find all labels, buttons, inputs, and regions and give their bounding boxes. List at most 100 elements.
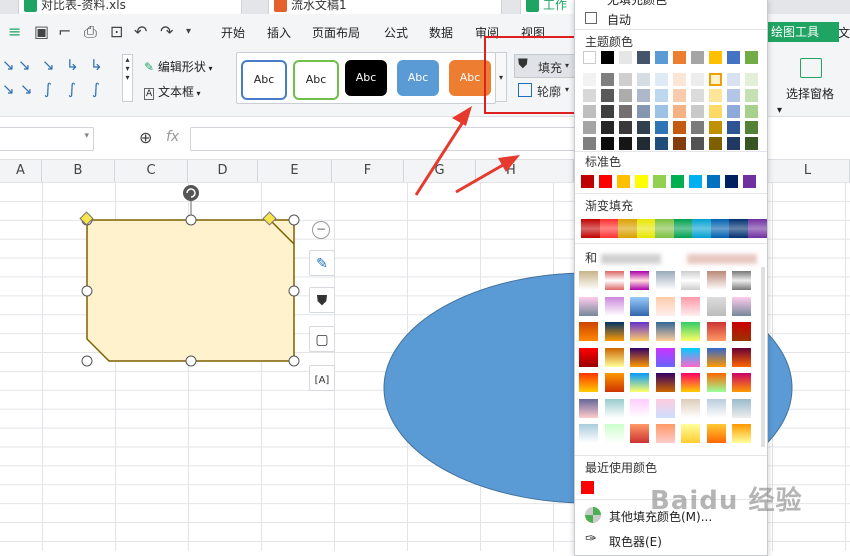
- theme-shade-swatch[interactable]: [709, 137, 722, 150]
- preset-gradient-swatch[interactable]: [604, 322, 624, 341]
- theme-shade-swatch[interactable]: [673, 137, 686, 150]
- gradient-swatch[interactable]: [673, 219, 693, 238]
- theme-shade-swatch[interactable]: [691, 89, 704, 102]
- theme-color-swatch[interactable]: [745, 51, 758, 64]
- preset-gradient-swatch[interactable]: [706, 373, 726, 392]
- gradient-swatch[interactable]: [692, 219, 711, 238]
- theme-color-swatch[interactable]: [637, 51, 650, 64]
- gradient-swatch[interactable]: [618, 219, 637, 238]
- theme-color-swatch[interactable]: [727, 51, 740, 64]
- preset-gradient-swatch[interactable]: [681, 373, 700, 392]
- recent-color-swatch[interactable]: [581, 481, 594, 494]
- theme-shade-swatch[interactable]: [583, 137, 596, 150]
- theme-shade-swatch[interactable]: [727, 121, 740, 134]
- preset-gradient-swatch[interactable]: [630, 347, 649, 367]
- standard-color-swatch[interactable]: [689, 175, 702, 188]
- gradient-swatch[interactable]: [747, 219, 767, 238]
- theme-shade-swatch[interactable]: [637, 105, 650, 118]
- shape-fill-tool[interactable]: ⛊: [309, 287, 335, 313]
- preset-gradient-swatch[interactable]: [732, 271, 751, 290]
- theme-color-swatch[interactable]: [619, 51, 632, 64]
- theme-shade-swatch[interactable]: [709, 89, 722, 102]
- preset-gradient-swatch[interactable]: [732, 424, 751, 443]
- theme-shade-swatch[interactable]: [655, 73, 668, 86]
- theme-shade-swatch[interactable]: [601, 121, 614, 134]
- theme-shade-swatch[interactable]: [745, 105, 758, 118]
- theme-shade-swatch[interactable]: [745, 73, 758, 86]
- preset-gradient-swatch[interactable]: [604, 296, 624, 316]
- theme-shade-swatch[interactable]: [745, 121, 758, 134]
- preset-gradient-swatch[interactable]: [579, 271, 598, 290]
- theme-shade-swatch[interactable]: [637, 137, 650, 150]
- theme-shade-swatch[interactable]: [727, 73, 740, 86]
- preset-gradient-swatch[interactable]: [579, 373, 598, 392]
- preset-gradient-swatch[interactable]: [732, 296, 751, 316]
- theme-shade-swatch[interactable]: [673, 105, 686, 118]
- standard-color-swatch[interactable]: [725, 175, 738, 188]
- preset-gradient-swatch[interactable]: [681, 322, 700, 341]
- theme-shade-swatch[interactable]: [673, 73, 686, 86]
- shape-outline-tool[interactable]: ▢: [309, 326, 335, 352]
- preset-gradient-swatch[interactable]: [706, 296, 726, 316]
- preset-gradient-swatch[interactable]: [681, 347, 700, 367]
- preset-gradient-swatch[interactable]: [706, 347, 726, 367]
- preset-gradient-swatch[interactable]: [579, 347, 598, 367]
- gradient-swatch[interactable]: [729, 219, 748, 238]
- preset-gradient-swatch[interactable]: [630, 424, 649, 443]
- theme-shade-swatch[interactable]: [673, 89, 686, 102]
- preset-gradient-swatch[interactable]: [579, 296, 598, 316]
- theme-shade-swatch[interactable]: [601, 73, 614, 86]
- theme-shade-swatch[interactable]: [637, 121, 650, 134]
- gradient-swatch[interactable]: [655, 219, 674, 238]
- theme-shade-swatch[interactable]: [601, 89, 614, 102]
- theme-shade-swatch[interactable]: [709, 73, 722, 86]
- preset-gradient-swatch[interactable]: [604, 373, 624, 392]
- standard-color-swatch[interactable]: [599, 175, 612, 188]
- theme-shade-swatch[interactable]: [619, 121, 632, 134]
- rotate-handle-icon[interactable]: [183, 185, 199, 201]
- preset-gradient-swatch[interactable]: [681, 271, 700, 290]
- theme-shade-swatch[interactable]: [601, 105, 614, 118]
- preset-gradient-swatch[interactable]: [655, 322, 675, 341]
- gradient-swatch[interactable]: [636, 219, 656, 238]
- theme-shade-swatch[interactable]: [637, 89, 650, 102]
- preset-gradient-swatch[interactable]: [630, 373, 649, 392]
- theme-shade-swatch[interactable]: [727, 137, 740, 150]
- preset-gradient-swatch[interactable]: [630, 322, 649, 341]
- shape-style-tool[interactable]: ✎: [309, 250, 335, 276]
- theme-shade-swatch[interactable]: [709, 121, 722, 134]
- theme-shade-swatch[interactable]: [583, 105, 596, 118]
- theme-shade-swatch[interactable]: [655, 105, 668, 118]
- theme-color-swatch[interactable]: [583, 51, 596, 64]
- theme-shade-swatch[interactable]: [583, 89, 596, 102]
- standard-color-swatch[interactable]: [635, 175, 648, 188]
- theme-shade-swatch[interactable]: [619, 73, 632, 86]
- auto-option[interactable]: 自动: [607, 11, 631, 28]
- preset-gradient-swatch[interactable]: [655, 271, 675, 290]
- preset-scrollbar[interactable]: [761, 267, 765, 447]
- preset-gradient-swatch[interactable]: [579, 398, 598, 418]
- preset-gradient-swatch[interactable]: [655, 424, 675, 443]
- standard-color-swatch[interactable]: [617, 175, 630, 188]
- preset-gradient-swatch[interactable]: [706, 398, 726, 418]
- theme-color-swatch[interactable]: [601, 51, 614, 64]
- preset-gradient-swatch[interactable]: [630, 296, 649, 316]
- theme-shade-swatch[interactable]: [745, 137, 758, 150]
- standard-color-swatch[interactable]: [707, 175, 720, 188]
- theme-shade-swatch[interactable]: [691, 137, 704, 150]
- standard-color-swatch[interactable]: [671, 175, 684, 188]
- gradient-swatch[interactable]: [599, 219, 619, 238]
- rectangle-shape[interactable]: [86, 219, 295, 362]
- standard-color-swatch[interactable]: [653, 175, 666, 188]
- preset-gradient-swatch[interactable]: [732, 373, 751, 392]
- preset-gradient-swatch[interactable]: [732, 398, 751, 418]
- theme-color-swatch[interactable]: [691, 51, 704, 64]
- theme-color-swatch[interactable]: [655, 51, 668, 64]
- preset-gradient-swatch[interactable]: [630, 271, 649, 290]
- theme-shade-swatch[interactable]: [619, 105, 632, 118]
- theme-shade-swatch[interactable]: [619, 89, 632, 102]
- theme-shade-swatch[interactable]: [583, 73, 596, 86]
- preset-gradient-swatch[interactable]: [655, 347, 675, 367]
- theme-shade-swatch[interactable]: [691, 105, 704, 118]
- theme-shade-swatch[interactable]: [691, 121, 704, 134]
